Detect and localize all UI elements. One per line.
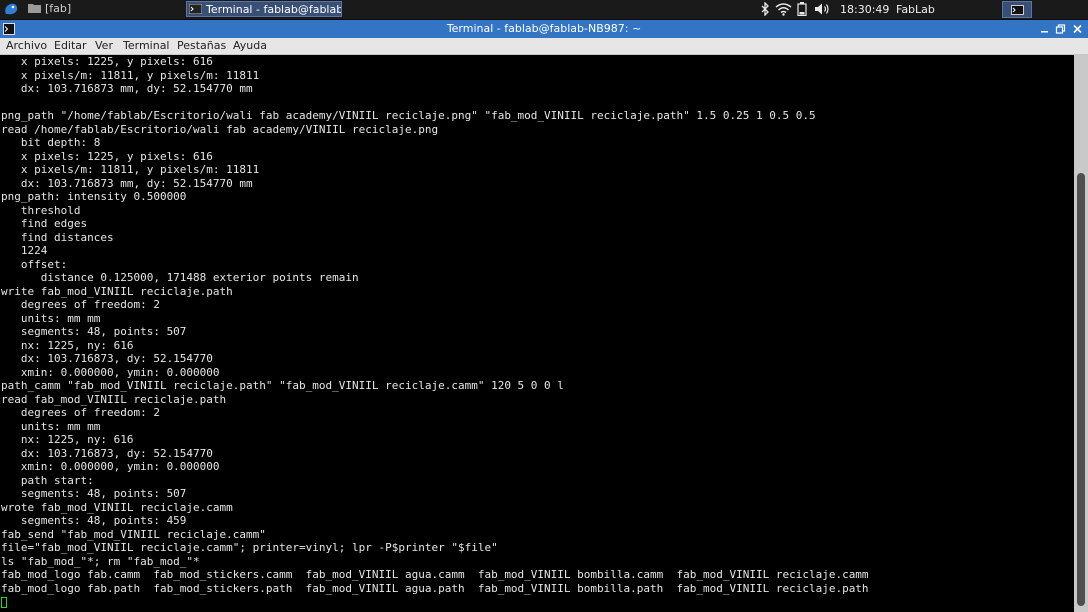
terminal-line: read /home/fablab/Escritorio/wali fab ac… — [1, 122, 439, 136]
terminal-line: png_path: intensity 0.500000 — [1, 190, 187, 203]
terminal-line: file="fab_mod_VINIIL reciclaje.camm"; pr… — [1, 541, 498, 554]
terminal-output[interactable]: x pixels: 1225, y pixels: 616 x pixels/m… — [0, 55, 1074, 612]
terminal-lines: x pixels: 1225, y pixels: 616 x pixels/m… — [1, 55, 869, 595]
terminal-line: offset: — [1, 257, 68, 271]
scrollbar-thumb[interactable] — [1077, 173, 1085, 606]
terminal-line: segments: 48, points: 507 — [1, 325, 187, 338]
menu-pestanas[interactable]: Pestañas — [177, 38, 226, 54]
terminal-line: x pixels/m: 11811, y pixels/m: 11811 — [1, 68, 260, 82]
terminal-line: distance 0.125000, 171488 exterior point… — [1, 271, 359, 284]
terminal-line: path_camm "fab_mod_VINIIL reciclaje.path… — [1, 379, 564, 392]
menu-terminal[interactable]: Terminal — [123, 38, 170, 54]
taskbar-item-label: [fab] — [45, 2, 72, 15]
bluetooth-icon[interactable] — [758, 2, 772, 16]
terminal-line: wrote fab_mod_VINIIL reciclaje.camm — [1, 500, 233, 514]
workspace-switcher[interactable] — [1002, 1, 1032, 18]
terminal-cursor — [1, 597, 7, 608]
vertical-scrollbar[interactable] — [1074, 55, 1088, 612]
window-titlebar[interactable]: Terminal - fablab@fablab-NB987: ~ — [0, 20, 1088, 38]
terminal-line: degrees of freedom: 2 — [1, 298, 160, 311]
window-title: Terminal - fablab@fablab-NB987: ~ — [446, 22, 642, 35]
terminal-line: dx: 103.716873, dy: 52.154770 — [1, 446, 213, 460]
terminal-line: units: mm mm — [1, 311, 101, 325]
close-icon[interactable] — [1071, 22, 1084, 36]
clock[interactable]: 18:30:49 — [840, 0, 889, 19]
terminal-line: degrees of freedom: 2 — [1, 406, 160, 419]
top-panel: [fab] Terminal - fablab@fablab-... 18:30… — [0, 0, 1088, 20]
terminal-line: segments: 48, points: 459 — [1, 514, 187, 527]
terminal-icon — [189, 4, 202, 14]
terminal-line: ls "fab_mod_"*; rm "fab_mod_"* — [1, 554, 200, 568]
volume-icon[interactable] — [814, 2, 831, 16]
terminal-line: read fab_mod_VINIIL reciclaje.path — [1, 392, 227, 406]
terminal-line: png_path "/home/fablab/Escritorio/wali f… — [1, 109, 816, 122]
terminal-line: nx: 1225, ny: 616 — [1, 433, 134, 446]
taskbar-item-terminal[interactable]: Terminal - fablab@fablab-... — [186, 1, 342, 17]
menu-archivo[interactable]: Archivo — [6, 38, 47, 54]
battery-icon[interactable] — [797, 2, 807, 16]
terminal-line: xmin: 0.000000, ymin: 0.000000 — [1, 460, 220, 473]
terminal-line: x pixels: 1225, y pixels: 616 — [1, 149, 213, 163]
menu-editar[interactable]: Editar — [54, 38, 87, 54]
terminal-line: segments: 48, points: 507 — [1, 487, 187, 500]
xfce-mouse-icon[interactable] — [2, 1, 20, 18]
terminal-line: x pixels/m: 11811, y pixels/m: 11811 — [1, 163, 260, 176]
menubar: Archivo Editar Ver Terminal Pestañas Ayu… — [0, 38, 1088, 55]
terminal-line: find distances — [1, 230, 114, 244]
terminal-line: xmin: 0.000000, ymin: 0.000000 — [1, 365, 220, 379]
terminal-line: path start: — [1, 473, 94, 487]
terminal-icon — [1011, 5, 1024, 15]
terminal-line: dx: 103.716873 mm, dy: 52.154770 mm — [1, 176, 253, 190]
terminal-line: nx: 1225, ny: 616 — [1, 338, 134, 352]
terminal-line: dx: 103.716873 mm, dy: 52.154770 mm — [1, 82, 253, 95]
terminal-line: units: mm mm — [1, 419, 101, 433]
folder-icon — [28, 4, 41, 13]
terminal-line: write fab_mod_VINIIL reciclaje.path — [1, 284, 233, 298]
hostname-label[interactable]: FabLab — [896, 0, 935, 19]
taskbar-item-label: Terminal - fablab@fablab-... — [206, 3, 341, 16]
terminal-line: threshold — [1, 203, 81, 217]
terminal-line: dx: 103.716873, dy: 52.154770 — [1, 352, 213, 365]
minimize-icon[interactable] — [1038, 22, 1051, 36]
terminal-line: 1224 — [1, 244, 48, 257]
terminal-line: bit depth: 8 — [1, 136, 101, 149]
menu-ver[interactable]: Ver — [95, 38, 113, 54]
terminal-line: fab_mod_logo fab.path fab_mod_stickers.p… — [1, 581, 869, 595]
terminal-line: fab_send "fab_mod_VINIIL reciclaje.camm" — [1, 527, 266, 541]
terminal-line: fab_mod_logo fab.camm fab_mod_stickers.c… — [1, 568, 869, 581]
menu-ayuda[interactable]: Ayuda — [233, 38, 267, 54]
terminal-line: x pixels: 1225, y pixels: 616 — [1, 55, 213, 68]
terminal-line: find edges — [1, 217, 88, 230]
wifi-icon[interactable] — [775, 2, 792, 16]
maximize-icon[interactable] — [1054, 22, 1067, 36]
taskbar-item-files[interactable]: [fab] — [28, 1, 148, 17]
